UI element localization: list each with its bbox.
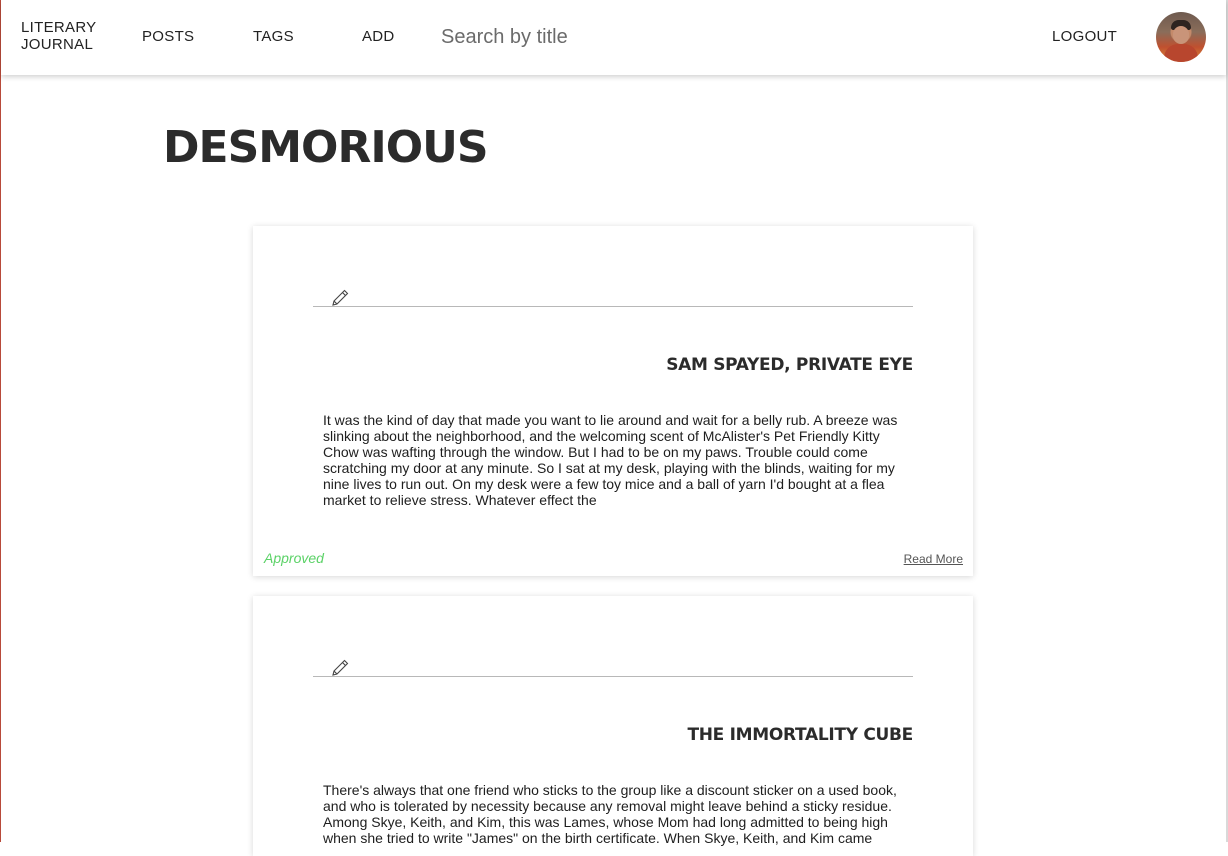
read-more-link[interactable]: Read More xyxy=(904,552,963,566)
nav-add-link[interactable]: ADD xyxy=(362,28,395,45)
avatar-shirt xyxy=(1164,44,1198,62)
post-title[interactable]: THE IMMORTALITY CUBE xyxy=(687,725,913,745)
brand-logo[interactable]: LITERARY JOURNAL xyxy=(21,19,111,53)
pencil-icon[interactable] xyxy=(330,288,350,308)
avatar-face xyxy=(1173,26,1189,44)
card-divider xyxy=(313,306,913,307)
top-navbar: LITERARY JOURNAL POSTS TAGS ADD LOGOUT xyxy=(1,0,1226,75)
logout-link[interactable]: LOGOUT xyxy=(1052,28,1117,45)
nav-tags-link[interactable]: TAGS xyxy=(253,28,294,45)
post-excerpt: It was the kind of day that made you wan… xyxy=(323,412,898,508)
pencil-icon[interactable] xyxy=(330,658,350,678)
nav-posts-link[interactable]: POSTS xyxy=(142,28,194,45)
post-card: THE IMMORTALITY CUBE There's always that… xyxy=(253,596,973,856)
window-left-edge xyxy=(0,0,1,842)
card-divider xyxy=(313,676,913,677)
status-badge: Approved xyxy=(264,550,324,566)
user-avatar[interactable] xyxy=(1156,12,1206,62)
search-input[interactable] xyxy=(441,22,741,52)
page-title: DESMORIOUS xyxy=(163,122,489,173)
post-card: SAM SPAYED, PRIVATE EYE It was the kind … xyxy=(253,226,973,576)
post-excerpt: There's always that one friend who stick… xyxy=(323,782,897,846)
post-title[interactable]: SAM SPAYED, PRIVATE EYE xyxy=(666,355,913,375)
